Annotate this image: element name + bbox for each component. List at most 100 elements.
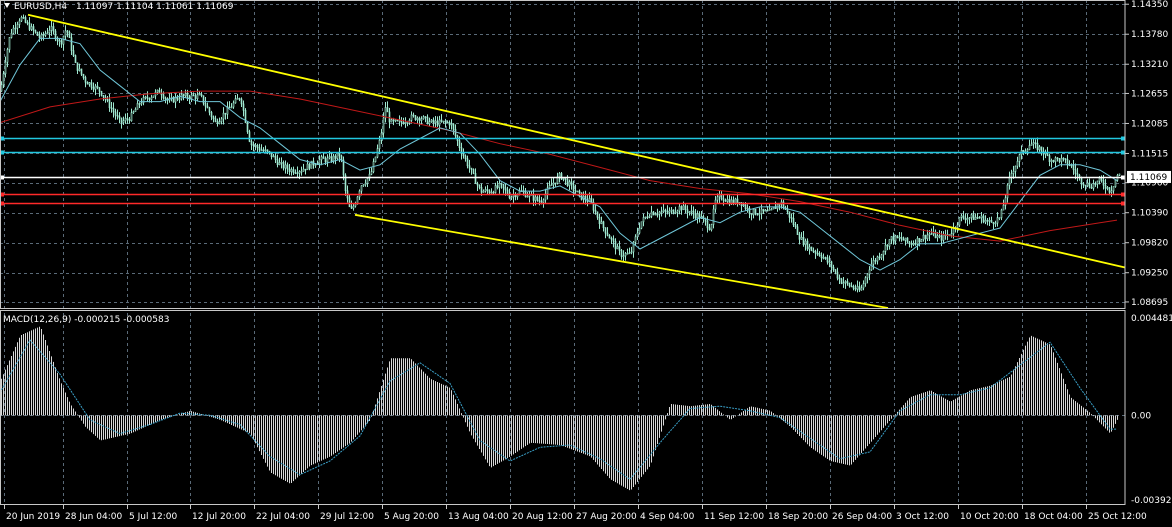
candle-body <box>626 252 629 255</box>
candle-body <box>206 105 209 109</box>
time-tick-label: 22 Jul 04:00 <box>256 512 310 522</box>
candle-body <box>762 208 765 212</box>
candle-body <box>216 121 219 125</box>
candle-body <box>908 241 911 244</box>
candle-body <box>326 157 329 163</box>
candle-body <box>882 250 885 256</box>
candle-body <box>756 213 759 216</box>
candle-body <box>652 211 655 215</box>
candle-body <box>266 149 269 152</box>
candle-body <box>84 77 87 83</box>
candle-body <box>1016 161 1019 167</box>
candle-body <box>360 185 363 192</box>
candle-body <box>1102 179 1105 186</box>
candle-body <box>1054 157 1057 162</box>
candle-body <box>296 172 299 174</box>
candle-body <box>790 217 793 219</box>
candle-body <box>116 115 119 117</box>
candle-body <box>284 164 287 169</box>
candle-body <box>936 235 939 239</box>
candle-body <box>854 287 857 290</box>
candle-body <box>240 98 243 105</box>
price-tick-label: 1.08695 <box>1131 298 1168 308</box>
candle-body <box>968 217 971 219</box>
candle-body <box>90 82 93 88</box>
candle-body <box>600 221 603 224</box>
candle-body <box>432 119 435 123</box>
candle-body <box>298 171 301 174</box>
candle-body <box>10 32 13 38</box>
candle-body <box>46 32 49 35</box>
symbol-label: EURUSD,H4 <box>14 2 67 12</box>
candle-body <box>664 209 667 212</box>
candle-body <box>654 213 657 216</box>
candle-body <box>940 235 943 241</box>
candle-body <box>438 119 441 126</box>
candle-body <box>804 240 807 245</box>
candle-body <box>960 215 963 218</box>
candle-body <box>826 257 829 263</box>
macd-header: MACD(12,26,9) -0.000215 -0.000583 <box>3 315 169 325</box>
candle-body <box>24 17 27 23</box>
candle-body <box>490 191 493 194</box>
candle-body <box>416 117 419 121</box>
candle-body <box>2 73 5 86</box>
candle-body <box>830 261 833 268</box>
candle-body <box>788 211 791 218</box>
candle-body <box>164 97 167 100</box>
trading-chart[interactable]: 1.14350 1.13780 1.13210 1.12655 1.12085 1.115… <box>0 0 1172 527</box>
candle-body <box>302 168 305 172</box>
candle-body <box>650 211 653 217</box>
price-tick-label: 1.13210 <box>1131 60 1168 70</box>
candle-body <box>644 216 647 219</box>
candle-body <box>258 147 261 151</box>
candle-body <box>370 171 373 175</box>
candle-body <box>646 216 649 219</box>
candle-body <box>4 61 7 75</box>
price-header: EURUSD,H4 1.11097 1.11104 1.11061 1.1106… <box>4 2 234 12</box>
candle-body <box>906 237 909 243</box>
candle-body <box>916 237 919 245</box>
candle-body <box>770 208 773 211</box>
candle-body <box>878 256 881 259</box>
candle-body <box>988 220 991 222</box>
candle-body <box>566 179 569 186</box>
candle-body <box>470 167 473 170</box>
candle-body <box>636 232 639 238</box>
candle-body <box>304 168 307 171</box>
candle-body <box>628 252 631 254</box>
candle-body <box>222 112 225 120</box>
candle-body <box>12 27 15 34</box>
time-tick-label: 12 Jul 20:00 <box>192 512 246 522</box>
candle-body <box>706 220 709 229</box>
candle-body <box>966 218 969 221</box>
candle-body <box>14 27 17 30</box>
candle-body <box>212 116 215 120</box>
candle-body <box>840 278 843 284</box>
candle-body <box>412 114 415 117</box>
candle-body <box>338 152 341 157</box>
candle-body <box>502 183 505 189</box>
candle-body <box>828 261 831 264</box>
candle-body <box>1040 146 1043 152</box>
candle-body <box>930 233 933 236</box>
candle-body <box>998 217 1001 219</box>
candle-body <box>208 107 211 113</box>
candle-body <box>796 226 799 235</box>
candle-body <box>542 199 545 203</box>
candle-body <box>722 198 725 201</box>
candle-body <box>486 189 489 192</box>
candle-body <box>306 163 309 171</box>
candle-body <box>114 111 117 116</box>
candle-body <box>884 244 887 252</box>
candle-body <box>288 168 291 172</box>
candle-body <box>978 217 981 219</box>
price-tick-label: 1.09250 <box>1131 269 1168 279</box>
candle-body <box>1030 143 1033 146</box>
candle-body <box>918 237 921 243</box>
candle-body <box>340 155 343 161</box>
candle-body <box>888 239 891 247</box>
candle-body <box>970 214 973 218</box>
candle-body <box>950 233 953 236</box>
candle-body <box>1064 158 1067 160</box>
